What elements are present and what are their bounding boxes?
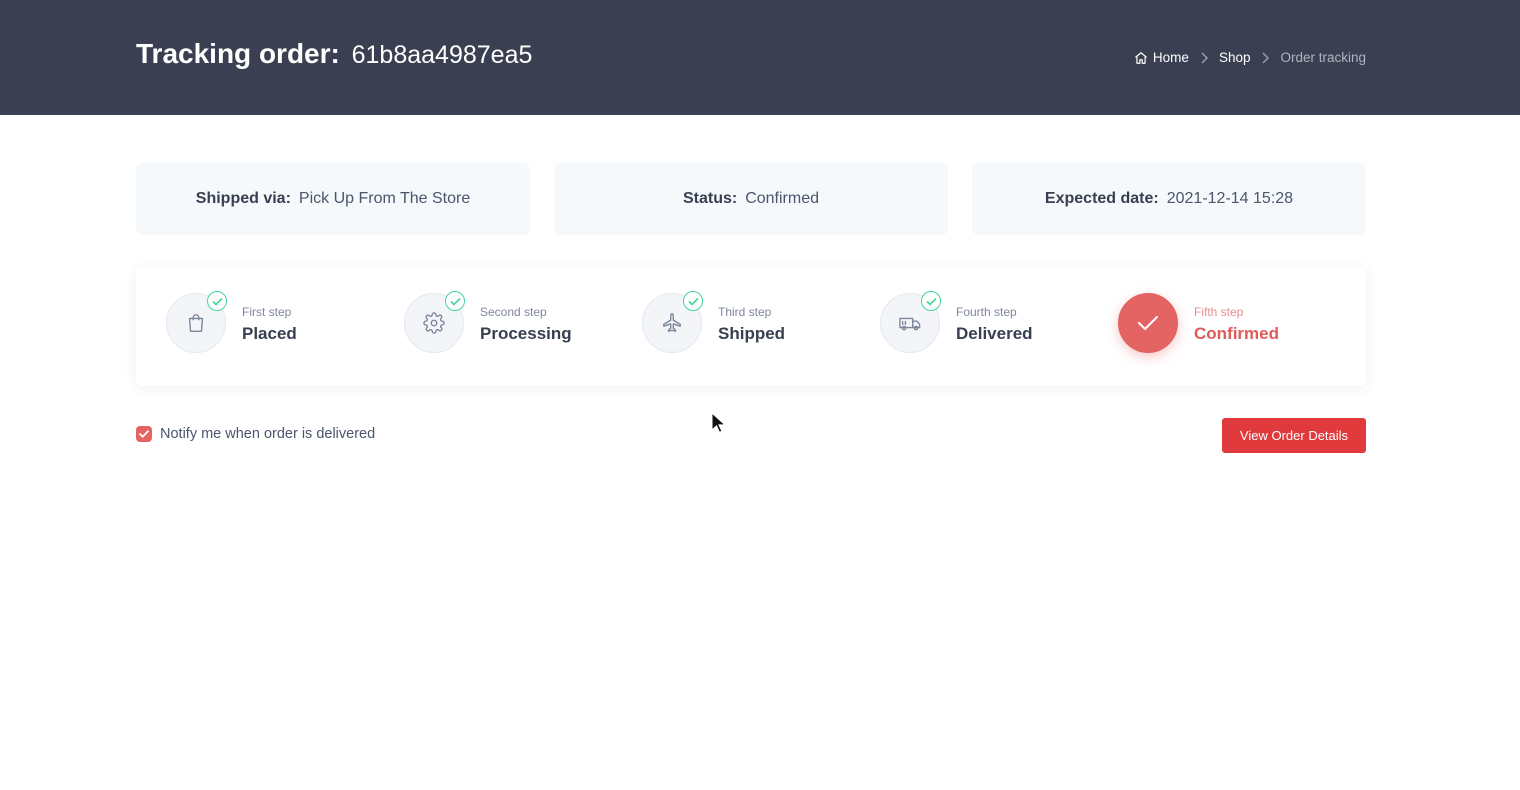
step-sub-label: Second step bbox=[480, 305, 547, 319]
chevron-right-icon bbox=[1197, 51, 1211, 65]
check-circle-icon bbox=[207, 291, 227, 311]
step-processing: Second step Processing bbox=[404, 291, 624, 353]
step-confirmed: Fifth step Confirmed bbox=[1118, 293, 1338, 353]
step-title: Shipped bbox=[718, 324, 786, 343]
page-title: Tracking order: 61b8aa4987ea5 bbox=[136, 38, 532, 70]
page-title-label: Tracking order: bbox=[136, 38, 340, 69]
step-title: Processing bbox=[480, 324, 572, 343]
status-value: Confirmed bbox=[745, 190, 820, 207]
shipped-via-value: Pick Up From The Store bbox=[298, 190, 471, 207]
step-sub-label: First step bbox=[242, 305, 292, 319]
notify-label: Notify me when order is delivered bbox=[160, 426, 376, 442]
step-sub-label: Fourth step bbox=[956, 305, 1017, 319]
step-delivered: Fourth step Delivered bbox=[880, 291, 1100, 353]
breadcrumb-shop[interactable]: Shop bbox=[1219, 50, 1251, 65]
check-icon bbox=[1138, 316, 1158, 330]
status-label: Status: bbox=[682, 190, 738, 207]
shipped-via-label: Shipped via: bbox=[195, 190, 291, 207]
order-id: 61b8aa4987ea5 bbox=[351, 41, 533, 69]
check-circle-icon bbox=[683, 291, 703, 311]
breadcrumb-current: Order tracking bbox=[1280, 50, 1366, 65]
expected-date-card: Expected date: 2021-12-14 15:28 bbox=[972, 163, 1366, 235]
step-icon-wrapper bbox=[1118, 293, 1178, 353]
home-icon bbox=[1135, 51, 1147, 64]
step-sub-label: Third step bbox=[718, 305, 772, 319]
step-placed: First step Placed bbox=[166, 291, 386, 353]
checkbox-checked-icon[interactable] bbox=[136, 426, 152, 442]
order-steps: First step Placed Second step Processing bbox=[136, 267, 1366, 386]
chevron-right-icon bbox=[1258, 51, 1272, 65]
step-title: Delivered bbox=[956, 324, 1033, 343]
breadcrumb-home-label: Home bbox=[1152, 50, 1189, 65]
truck-icon bbox=[899, 317, 921, 331]
breadcrumb: Home Shop Order tracking bbox=[1134, 50, 1366, 65]
airplane-icon bbox=[663, 313, 681, 332]
expected-date-label: Expected date: bbox=[1044, 190, 1159, 207]
shopping-bag-icon bbox=[188, 314, 204, 332]
step-shipped: Third step Shipped bbox=[642, 291, 862, 353]
notify-checkbox[interactable]: Notify me when order is delivered bbox=[136, 426, 375, 442]
step-sub-label: Fifth step bbox=[1194, 305, 1244, 319]
check-circle-icon bbox=[445, 291, 465, 311]
page-header: Tracking order: 61b8aa4987ea5 Home Shop … bbox=[0, 0, 1520, 115]
gear-icon bbox=[423, 312, 445, 334]
shipped-via-card: Shipped via: Pick Up From The Store bbox=[136, 163, 530, 235]
mouse-cursor-icon bbox=[711, 412, 725, 433]
breadcrumb-home[interactable]: Home bbox=[1134, 50, 1189, 65]
check-circle-icon bbox=[921, 291, 941, 311]
status-card: Status: Confirmed bbox=[554, 163, 948, 235]
step-title: Placed bbox=[242, 324, 297, 343]
expected-date-value: 2021-12-14 15:28 bbox=[1166, 190, 1294, 207]
view-order-details-button[interactable]: View Order Details bbox=[1222, 418, 1366, 453]
step-title: Confirmed bbox=[1194, 324, 1279, 343]
